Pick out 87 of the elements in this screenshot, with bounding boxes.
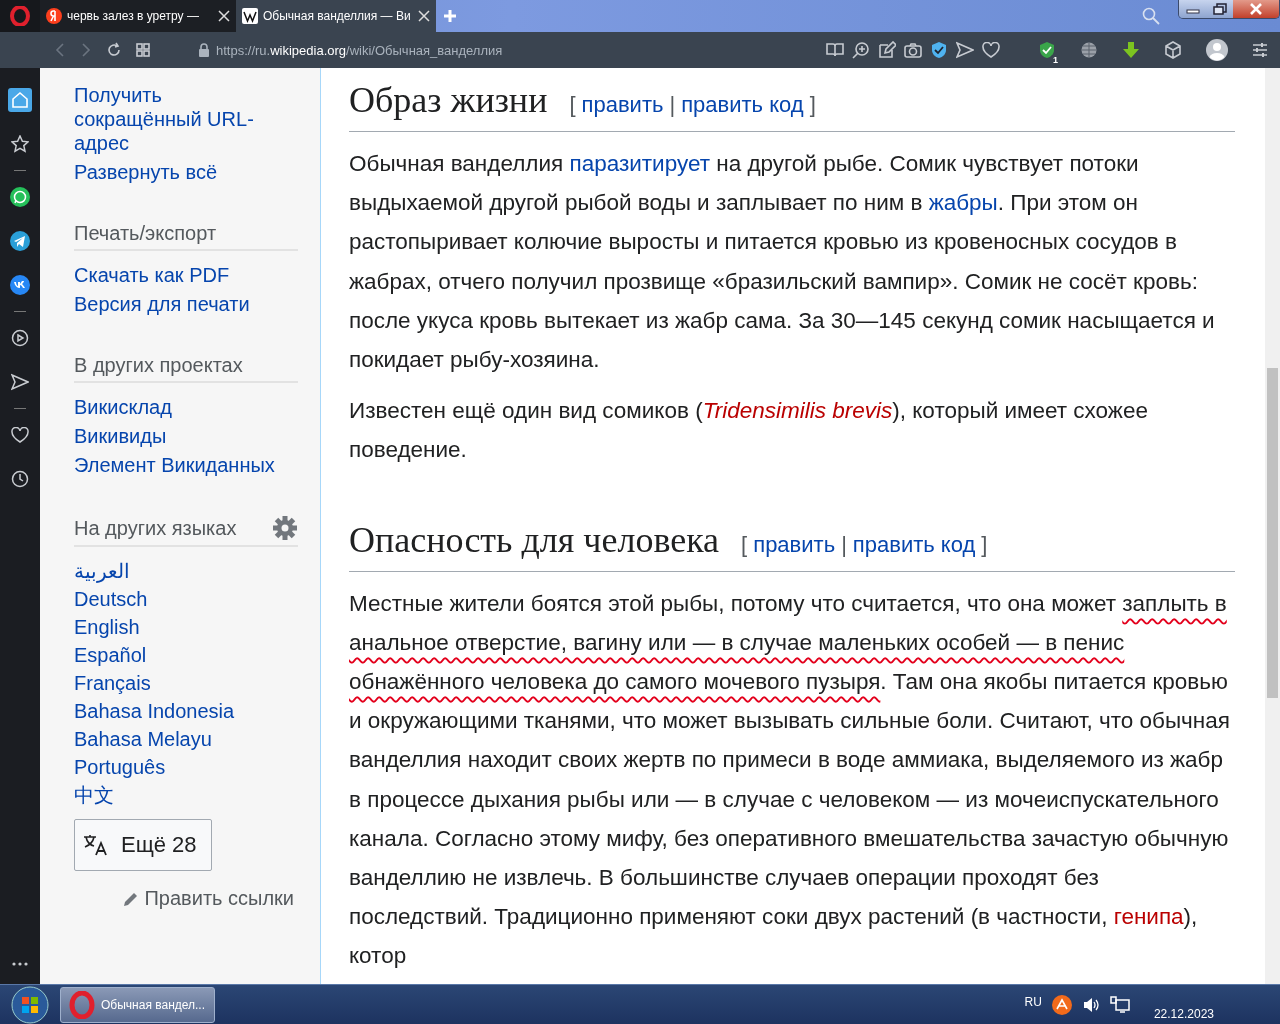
app-tray-icon[interactable]	[1051, 994, 1072, 1015]
chat-circle-icon[interactable]	[10, 275, 30, 295]
play-circle-icon[interactable]	[11, 329, 29, 347]
home-icon[interactable]	[11, 91, 29, 109]
link[interactable]: Tridensimilis brevis	[702, 398, 893, 424]
language-link[interactable]: Bahasa Melayu	[74, 727, 302, 751]
link[interactable]: генипа	[1113, 904, 1184, 930]
reload-icon[interactable]	[106, 42, 122, 58]
edit-link[interactable]: править код	[852, 520, 976, 569]
section-heading: Опасность для человека	[349, 518, 720, 562]
link[interactable]: жабры	[928, 190, 998, 216]
start-orb-icon[interactable]	[11, 985, 49, 1024]
sidebar-link[interactable]: Получить сокращённый URL-адрес	[74, 83, 274, 155]
plus-icon[interactable]	[443, 9, 457, 23]
paragraph: Местные жители боятся этой рыбы, потому что считается, что она может заплыть в анальное отверстие, вагину или — в случае маленьких особей — в пенис обнажённого человека до самого мочевого пузыря. Там она якобы питается кровью и окружающими тканями, что может вызывать сильные боли. Считают, что обычная ванделлия находит своих жертв по примеси в воде аммиака, выделяемого из жабр в процессе дыхания рыбы или — в случае с человеком — из мочеиспускательного канала. Согласно этому мифу, без оперативного вмешательства зачастую обычную ванделлию не извлечь. В большинстве случаев операции проходят без последствий. Традиционно применяют соки двух растений (в частности, генипа), котор	[349, 589, 1231, 971]
section-heading: Образ жизни	[349, 79, 548, 122]
network-icon[interactable]	[1109, 995, 1130, 1014]
clock-date[interactable]: 22.12.2023	[1153, 1006, 1214, 1021]
bracket-text: ]	[981, 530, 988, 559]
separator-text: |	[669, 91, 676, 119]
opera-logo-icon[interactable]	[10, 6, 30, 26]
link[interactable]: паразитирует	[569, 151, 710, 176]
language-link[interactable]: Deutsch	[74, 587, 302, 611]
heart-icon[interactable]	[11, 427, 29, 443]
send-icon[interactable]	[956, 41, 974, 59]
clock-icon[interactable]	[11, 470, 29, 488]
star-icon[interactable]	[11, 135, 29, 153]
language-indicator[interactable]: RU	[1024, 994, 1042, 1009]
yandex-favicon-icon	[46, 8, 62, 24]
address-field[interactable]: https://ru.wikipedia.org/wiki/Обычная_ванделлия	[216, 42, 503, 58]
opera-logo-icon	[69, 990, 95, 1019]
edit-links-link[interactable]: Править ссылки	[144, 887, 294, 910]
shield-check-icon[interactable]	[1038, 41, 1056, 59]
edit-link[interactable]: править	[753, 520, 836, 569]
zoom-in-icon[interactable]	[852, 41, 870, 59]
language-link[interactable]: Bahasa Indonesia	[74, 699, 302, 723]
paragraph: Обычная ванделлия паразитирует на другой рыбе. Сомик чувствует потоки выдыхаемой другой рыбой воды и заплывает по ним в жабры. При этом он растопыривает колючие выросты и питается кровью из кровеносных сосудов в жабрах, отчего получил прозвище «бразильский вампир». Сомик не сосёт кровь: после укуса кровь вытекает из жабр сама. За 30—145 секунд сомик насыщается и покидает рыбу-хозяина.	[349, 150, 1216, 374]
language-link[interactable]: 中文	[74, 783, 302, 807]
lock-icon	[198, 43, 210, 57]
section-heading: В других проектах	[74, 354, 243, 377]
edit-link[interactable]: править	[581, 81, 664, 129]
chat-bubble-icon[interactable]	[10, 187, 30, 207]
bracket-text: ]	[809, 91, 816, 119]
language-link[interactable]: Português	[74, 755, 302, 779]
sidebar-link[interactable]: Развернуть всё	[74, 160, 274, 184]
close-icon[interactable]	[418, 10, 430, 22]
book-icon[interactable]	[826, 42, 844, 58]
language-link[interactable]: Español	[74, 643, 302, 667]
sidebar-link[interactable]: Викивиды	[74, 424, 302, 448]
maximize-icon[interactable]	[1213, 3, 1227, 15]
heart-icon[interactable]	[982, 42, 1000, 58]
globe-icon[interactable]	[1080, 41, 1098, 59]
edit-icon[interactable]	[878, 41, 896, 59]
sidebar-link[interactable]: Элемент Викиданных	[74, 453, 302, 477]
browser-tab[interactable]: Обычная ванделлия — Ви	[236, 0, 436, 32]
language-link[interactable]: Français	[74, 671, 302, 695]
download-arrow-icon[interactable]	[1122, 41, 1140, 59]
language-link[interactable]: English	[74, 615, 302, 639]
profile-avatar-icon[interactable]	[1206, 39, 1228, 61]
paragraph: Известен ещё один вид сомиков (Tridensimilis brevis), который имеет схожее поведение.	[349, 397, 1149, 465]
bracket-text: [	[569, 91, 576, 119]
bracket-text: [	[741, 530, 748, 559]
tab-grid-icon[interactable]	[136, 43, 150, 57]
speaker-icon[interactable]	[1081, 995, 1100, 1014]
edit-link[interactable]: править код	[681, 81, 804, 129]
send-icon[interactable]	[11, 373, 29, 391]
separator-text: |	[841, 530, 847, 559]
section-heading: На других языках	[74, 516, 237, 540]
camera-icon[interactable]	[904, 42, 922, 58]
shield-check-icon[interactable]	[930, 41, 948, 59]
wikipedia-favicon-icon	[242, 8, 258, 24]
extension-badge: 1	[1051, 55, 1060, 65]
close-icon[interactable]	[218, 10, 230, 22]
sidebar-link[interactable]: Скачать как PDF	[74, 263, 302, 287]
sidebar-link[interactable]: Викисклад	[74, 395, 302, 419]
scrollbar[interactable]	[1265, 68, 1280, 984]
sidebar-link[interactable]: Версия для печати	[74, 292, 302, 316]
browser-tab[interactable]: червь залез в уретру —	[40, 0, 236, 32]
more-icon[interactable]	[12, 962, 28, 966]
section-heading: Печать/экспорт	[74, 222, 217, 245]
settings-sliders-icon[interactable]	[1252, 42, 1268, 58]
cube-icon[interactable]	[1164, 41, 1182, 59]
paper-plane-icon[interactable]	[10, 231, 30, 251]
scrollbar-thumb[interactable]	[1267, 368, 1278, 698]
more-languages-button[interactable]: Ещё 28	[74, 819, 212, 871]
language-link[interactable]: العربية	[74, 559, 302, 583]
taskbar-window-button[interactable]: Обычная вандел...	[60, 986, 215, 1023]
